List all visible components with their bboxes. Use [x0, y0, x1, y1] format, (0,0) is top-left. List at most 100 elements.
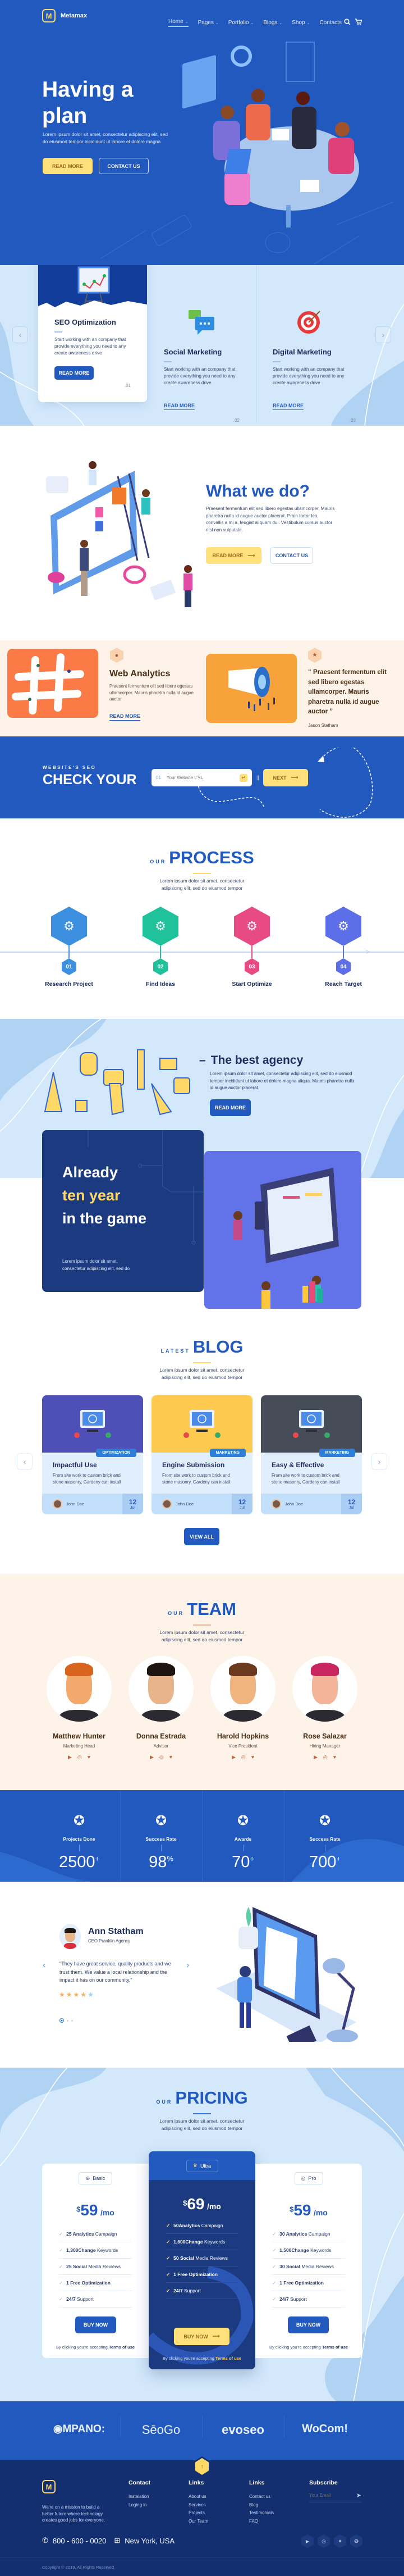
service-digital-marketing[interactable]: Digital Marketing Start working with an …: [273, 309, 357, 423]
next-arrow-button[interactable]: ›: [375, 326, 391, 343]
read-more-button[interactable]: READ MORE: [43, 158, 93, 174]
blog-tag[interactable]: MARKETING: [209, 1449, 246, 1457]
footer-link[interactable]: Services: [189, 2501, 208, 2510]
testimonial-avatar: [59, 1924, 81, 1949]
prev-arrow-button[interactable]: ‹: [12, 326, 28, 343]
twitter-icon[interactable]: ♥: [169, 1754, 172, 1760]
nav-blogs[interactable]: Blogs ⌄: [263, 19, 282, 27]
service-read-more-link[interactable]: READ MORE: [273, 402, 304, 410]
nav-contacts[interactable]: Contacts: [319, 19, 341, 27]
hero-title-line: plan: [42, 104, 88, 128]
nav-home[interactable]: Home ⌄: [168, 19, 189, 27]
author-name: John Doe: [285, 1501, 304, 1507]
footer-link[interactable]: FAQ: [249, 2518, 274, 2526]
process-step-icon: ⚙: [234, 907, 270, 946]
member-role: Advisor: [153, 1744, 169, 1749]
contact-us-button[interactable]: CONTACT US: [270, 547, 313, 564]
instagram-icon[interactable]: ◎: [241, 1754, 246, 1760]
send-icon[interactable]: ➤: [356, 2492, 361, 2499]
buy-now-button[interactable]: BUY NOW: [75, 2316, 116, 2333]
star-filled-icon: ★: [80, 1991, 87, 1999]
footer-link[interactable]: About us: [189, 2493, 208, 2501]
footer-logo-icon[interactable]: M: [42, 2480, 56, 2493]
instagram-icon[interactable]: ◎: [77, 1754, 82, 1760]
price-period: /mo: [313, 2208, 328, 2217]
footer-link[interactable]: Loging in: [128, 2501, 150, 2510]
terms-link[interactable]: Terms of use: [215, 2356, 241, 2361]
search-icon[interactable]: [344, 19, 351, 25]
footer-link[interactable]: Instalation: [128, 2493, 150, 2501]
slider-dot[interactable]: [67, 2019, 68, 2022]
nav-shop[interactable]: Shop ⌄: [292, 19, 310, 27]
youtube-icon[interactable]: ▶: [301, 2534, 314, 2548]
agency-read-more-button[interactable]: READ MORE: [210, 1099, 251, 1116]
footer-link[interactable]: Projects: [189, 2509, 208, 2518]
service-social-marketing[interactable]: Social Marketing Start working with an c…: [164, 309, 240, 423]
terms-note: By clicking you're accepting Terms of us…: [42, 2345, 149, 2350]
email-input[interactable]: [309, 2493, 356, 2498]
contact-us-button[interactable]: CONTACT US: [99, 158, 149, 174]
footer-links-column: Links About us Services Projects Our Team: [189, 2479, 208, 2525]
blog-tag[interactable]: OPTIMIZATION: [96, 1449, 136, 1457]
blog-card[interactable]: MARKETING Easy & Effective From site wor…: [261, 1395, 362, 1514]
footer-link[interactable]: Contact us: [249, 2493, 274, 2501]
twitter-icon[interactable]: ✦: [334, 2534, 346, 2548]
testimonial-name: Ann Statham: [88, 1927, 144, 1936]
instagram-icon[interactable]: ◎: [318, 2534, 330, 2548]
twitter-icon[interactable]: ♥: [333, 1754, 336, 1760]
blog-card[interactable]: OPTIMIZATION Impactful Use From site wor…: [42, 1395, 143, 1514]
date-month: Jul: [349, 1506, 354, 1510]
cart-icon[interactable]: [355, 19, 362, 25]
footer-phone[interactable]: 800 - 600 - 0020: [53, 2537, 106, 2545]
instagram-icon[interactable]: ◎: [323, 1754, 328, 1760]
avatar-body: [59, 1710, 99, 1722]
service-read-more-button[interactable]: READ MORE: [54, 366, 94, 380]
member-socials: ▶ ◎ ♥: [150, 1754, 172, 1760]
youtube-icon[interactable]: ▶: [68, 1754, 72, 1760]
read-more-button[interactable]: READ MORE ⟶: [206, 547, 261, 564]
avatar-hair: [229, 1663, 257, 1676]
twitter-icon[interactable]: ♥: [88, 1754, 90, 1760]
blog-title[interactable]: Engine Submission: [162, 1461, 242, 1469]
member-role: Hiring Manager: [309, 1744, 341, 1749]
member-name: Harold Hopkins: [217, 1732, 269, 1740]
brand[interactable]: M Metamax: [42, 9, 87, 22]
buy-now-button[interactable]: BUY NOW: [288, 2316, 329, 2333]
testimonial-prev-button[interactable]: ‹: [43, 1960, 45, 1970]
slider-dot[interactable]: [59, 2018, 64, 2023]
logo-icon: M: [42, 9, 56, 22]
nav-portfolio[interactable]: Portfolio ⌄: [228, 19, 254, 27]
view-all-button[interactable]: VIEW ALL: [184, 1528, 219, 1545]
terms-link[interactable]: Terms of use: [109, 2345, 135, 2350]
wechat-icon[interactable]: ❂: [350, 2534, 362, 2548]
stat-value: 700+: [309, 1853, 341, 1872]
blog-title[interactable]: Impactful Use: [53, 1461, 132, 1469]
blog-tag[interactable]: MARKETING: [319, 1449, 355, 1457]
blog-card[interactable]: MARKETING Engine Submission From site wo…: [152, 1395, 252, 1514]
slider-dot[interactable]: [71, 2019, 73, 2022]
youtube-icon[interactable]: ▶: [314, 1754, 318, 1760]
member-avatar: [292, 1656, 357, 1722]
section-title: TEAM: [187, 1599, 236, 1619]
blog-next-button[interactable]: ›: [371, 1453, 387, 1470]
analytics-read-more-link[interactable]: READ MORE: [109, 713, 141, 721]
nav-label: Shop: [292, 20, 305, 26]
instagram-icon[interactable]: ◎: [159, 1754, 164, 1760]
blog-prev-button[interactable]: ‹: [17, 1453, 33, 1470]
testimonial-next-button[interactable]: ›: [186, 1960, 189, 1970]
footer-link[interactable]: Blog: [249, 2501, 274, 2510]
buy-now-button[interactable]: BUY NOW ⟶: [174, 2328, 229, 2345]
footer-link[interactable]: Our Team: [189, 2518, 208, 2526]
service-read-more-link[interactable]: READ MORE: [164, 402, 195, 410]
nav-pages[interactable]: Pages ⌄: [198, 19, 219, 27]
feature-rest: Media Reviews: [194, 2255, 228, 2261]
youtube-icon[interactable]: ▶: [150, 1754, 154, 1760]
youtube-icon[interactable]: ▶: [232, 1754, 236, 1760]
service-card-image: [38, 265, 147, 313]
twitter-icon[interactable]: ♥: [251, 1754, 254, 1760]
footer-link[interactable]: Testimonials: [249, 2509, 274, 2518]
terms-link[interactable]: Terms of use: [322, 2345, 348, 2350]
blog-title[interactable]: Easy & Effective: [272, 1461, 351, 1469]
stat-value: 70+: [232, 1853, 254, 1872]
service-card-active[interactable]: SEO Optimization Start working with an c…: [38, 265, 147, 402]
